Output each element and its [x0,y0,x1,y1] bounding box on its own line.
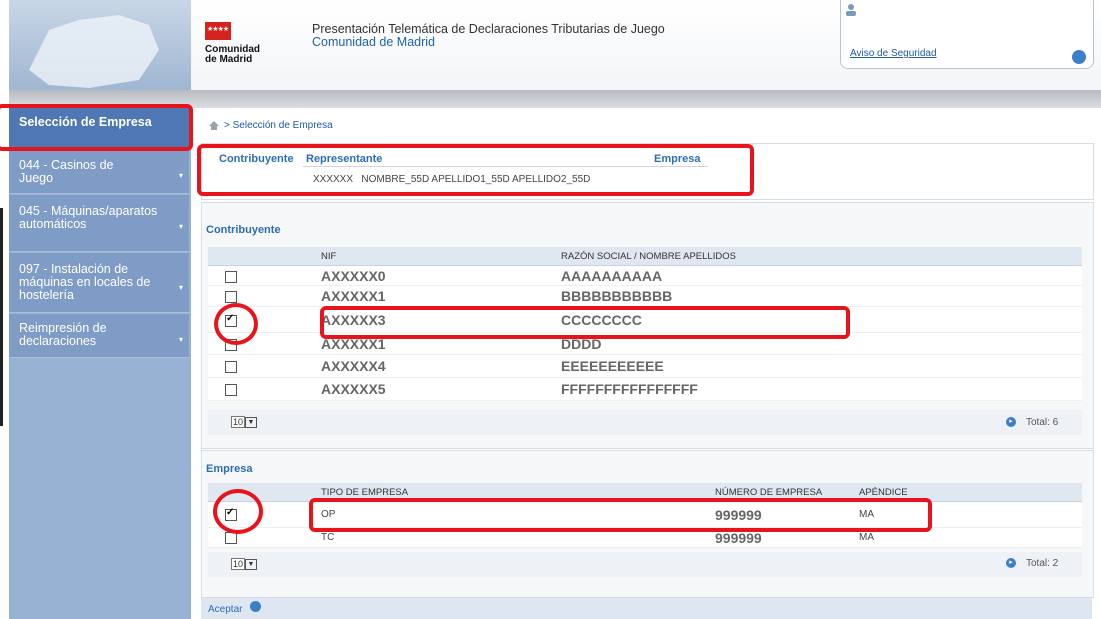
page-size-select[interactable]: 10 ▼ [231,558,258,570]
page-subtitle: Comunidad de Madrid [312,35,435,49]
row-checkbox[interactable] [225,384,237,397]
chevron-down-icon: ▾ [178,335,183,344]
total-count: ▸ Total: 2 [1006,558,1058,569]
cell-nif: AXXXXX5 [317,377,557,401]
sidebar-item-reimpresion[interactable]: Reimpresión de declaraciones ▾ [9,314,189,358]
row-checkbox[interactable] [225,361,237,374]
info-icon[interactable]: ▸ [1006,417,1016,428]
logout-button[interactable] [1072,50,1086,64]
annotation-circle [214,303,258,345]
header-map-banner [9,0,191,90]
accept-button[interactable]: Aceptar [208,604,242,615]
section-title-contribuyente: Contribuyente [206,224,281,236]
breadcrumb: > Selección de Empresa [224,120,333,131]
total-count: ▸ Total: 6 [1006,417,1058,428]
table-row[interactable]: AXXXXX1 BBBBBBBBBBB [208,285,1082,307]
row-checkbox[interactable] [225,291,237,304]
left-edge-mark [0,208,3,426]
pagination-bar [208,410,1082,435]
annotation-highlight [309,498,932,532]
column-header-razon-social: RAZÓN SOCIAL / NOMBRE APELLIDOS [557,247,1082,266]
breadcrumb-current: Selección de Empresa [232,120,333,131]
sidebar-item-maquinas[interactable]: 045 - Máquinas/aparatos automáticos ▾ [9,195,189,252]
annotation-highlight [0,104,193,151]
table-row[interactable]: AXXXXX0 AAAAAAAAAA [208,265,1082,286]
section-title-empresa: Empresa [206,463,253,475]
page-size-select[interactable]: 10 ▼ [231,416,258,428]
chevron-down-icon: ▾ [178,283,183,292]
cell-name: BBBBBBBBBBB [557,285,1082,307]
accept-arrow-icon[interactable] [250,601,261,612]
cell-name: FFFFFFFFFFFFFFFF [557,377,1082,401]
table-row[interactable]: AXXXXX4 EEEEEEEEEEE [208,354,1082,378]
page-title: Presentación Telemática de Declaraciones… [312,22,665,36]
sidebar-item-hosteleria[interactable]: 097 - Instalación de máquinas en locales… [9,253,189,313]
chevron-down-icon: ▼ [245,558,258,570]
annotation-highlight [197,144,754,196]
chevron-down-icon: ▾ [178,222,183,231]
info-icon[interactable]: ▸ [1006,558,1016,569]
row-checkbox[interactable] [225,270,237,283]
cell-nif: AXXXXX1 [317,285,557,307]
home-icon[interactable] [209,121,219,130]
action-bar [201,598,1092,619]
annotation-highlight [320,306,850,339]
map-graphic [29,15,159,88]
annotation-circle [213,489,263,534]
chevron-down-icon: ▾ [178,171,183,180]
chevron-down-icon: ▼ [245,416,258,428]
security-notice-link[interactable]: Aviso de Seguridad [850,48,937,59]
table-row[interactable]: AXXXXX5 FFFFFFFFFFFFFFFF [208,377,1082,401]
column-header-nif: NIF [317,247,557,266]
cell-nif: AXXXXX0 [317,265,557,286]
cell-name: AAAAAAAAAA [557,265,1082,286]
cell-name: EEEEEEEEEEE [557,354,1082,378]
madrid-flag-logo: ★★★★ [205,22,231,40]
table-header-row: NIF RAZÓN SOCIAL / NOMBRE APELLIDOS [208,247,1082,266]
user-icon [846,4,856,16]
org-logo-text: Comunidad de Madrid [205,44,260,65]
cell-nif: AXXXXX4 [317,354,557,378]
pagination-bar [208,552,1082,577]
sidebar-item-casinos[interactable]: 044 - Casinos de Juego ▾ [9,151,189,194]
